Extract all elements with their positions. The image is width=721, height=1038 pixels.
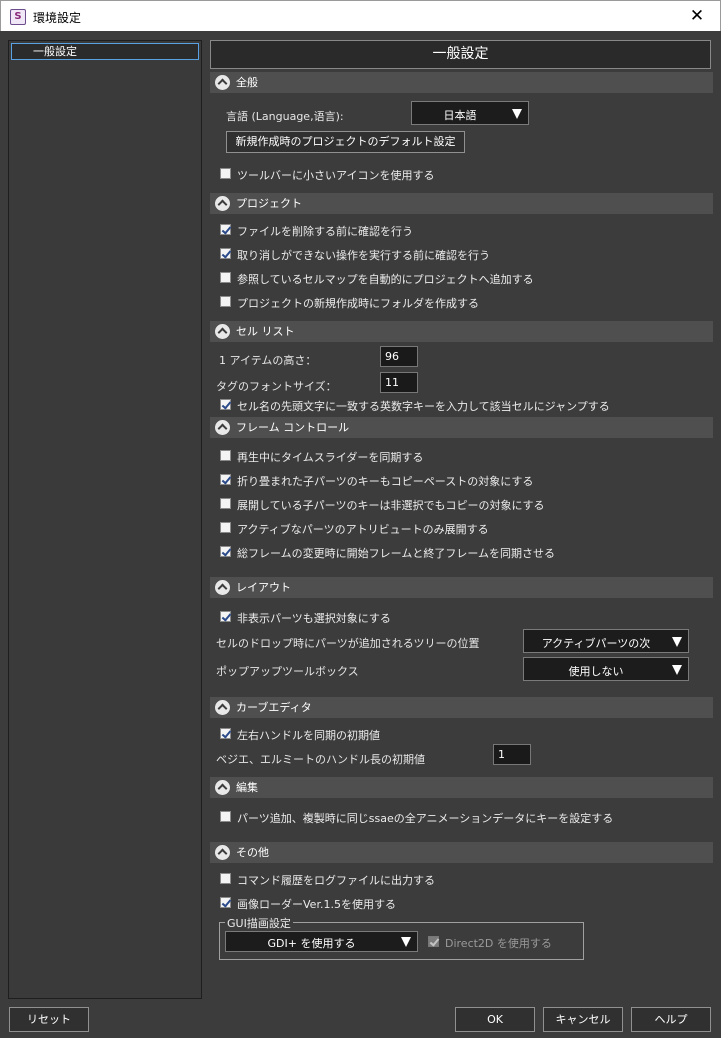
checkbox-label: 取り消しができない操作を実行する前に確認を行う (237, 249, 490, 262)
collapse-chevron-icon[interactable] (215, 580, 230, 595)
handle-length-label: ベジエ、エルミートのハンドル長の初期値 (216, 753, 425, 766)
section-title: 全般 (236, 76, 258, 89)
dropdown-arrow-icon (512, 109, 522, 119)
checkbox-label: アクティブなパーツのアトリビュートのみ展開する (237, 523, 489, 536)
checkbox-box[interactable] (220, 611, 231, 622)
section-general-header[interactable]: 全般 (210, 72, 713, 93)
help-button[interactable]: ヘルプ (631, 1007, 711, 1032)
collapse-chevron-icon[interactable] (215, 420, 230, 435)
section-title: カーブエディタ (236, 701, 312, 714)
checkbox-box[interactable] (220, 296, 231, 307)
checkbox-box[interactable] (220, 474, 231, 485)
section-title: プロジェクト (236, 197, 302, 210)
checkbox-label: 再生中にタイムスライダーを同期する (237, 451, 424, 464)
popup-toolbox-dropdown[interactable]: 使用しない (523, 657, 689, 681)
section-title: セル リスト (236, 325, 295, 338)
popup-toolbox-value: 使用しない (568, 665, 624, 678)
checkbox-label: プロジェクトの新規作成時にフォルダを作成する (237, 297, 479, 310)
checkbox-box[interactable] (220, 728, 231, 739)
item-height-label: 1 アイテムの高さ： (219, 354, 317, 367)
section-project-header[interactable]: プロジェクト (210, 193, 713, 214)
section-title: その他 (236, 846, 269, 859)
section-cell-list-header[interactable]: セル リスト (210, 321, 713, 342)
section-frame-control-header[interactable]: フレーム コントロール (210, 417, 713, 438)
ok-button[interactable]: OK (455, 1007, 535, 1032)
tag-font-size-input[interactable]: 11 (380, 372, 418, 393)
tree-position-label: セルのドロップ時にパーツが追加されるツリーの位置 (216, 637, 480, 650)
app-icon: S (10, 9, 26, 25)
checkbox-label: 画像ローダーVer.1.5を使用する (237, 898, 396, 911)
tree-position-value: アクティブパーツの次 (541, 637, 651, 650)
language-value: 日本語 (443, 109, 477, 122)
checkbox-label: 展開している子パーツのキーは非選択でもコピーの対象にする (237, 499, 545, 512)
checkbox-box[interactable] (220, 168, 231, 179)
checkbox-label: セル名の先頭文字に一致する英数字キーを入力して該当セルにジャンプする (237, 400, 610, 413)
checkbox-box[interactable] (220, 546, 231, 557)
collapse-chevron-icon[interactable] (215, 196, 230, 211)
checkbox-label: ツールバーに小さいアイコンを使用する (237, 169, 435, 182)
dropdown-arrow-icon (672, 665, 682, 675)
collapse-chevron-icon[interactable] (215, 324, 230, 339)
tree-position-dropdown[interactable]: アクティブパーツの次 (523, 629, 689, 653)
checkbox-label: コマンド履歴をログファイルに出力する (237, 874, 435, 887)
checkbox-label: ファイルを削除する前に確認を行う (237, 225, 413, 238)
collapse-chevron-icon[interactable] (215, 845, 230, 860)
settings-panel: 一般設定 全般 言語 (Language,语言): 日本語 新規作成時のプロジェ… (208, 38, 713, 1000)
checkbox-label: 総フレームの変更時に開始フレームと終了フレームを同期させる (237, 547, 556, 560)
collapse-chevron-icon[interactable] (215, 700, 230, 715)
collapse-chevron-icon[interactable] (215, 780, 230, 795)
close-icon[interactable]: ✕ (674, 1, 720, 32)
section-title: フレーム コントロール (236, 421, 350, 434)
handle-length-input[interactable]: 1 (493, 744, 531, 765)
gui-render-group-title: GUI描画設定 (225, 915, 293, 931)
checkbox-label: パーツ追加、複製時に同じssaeの全アニメーションデータにキーを設定する (237, 812, 614, 825)
checkbox-box[interactable] (220, 450, 231, 461)
section-layout-header[interactable]: レイアウト (210, 577, 713, 598)
collapse-chevron-icon[interactable] (215, 75, 230, 90)
checkbox-box[interactable] (220, 897, 231, 908)
checkbox-box[interactable] (220, 498, 231, 509)
nav-item-general[interactable]: 一般設定 (11, 43, 199, 60)
checkbox-box[interactable] (220, 248, 231, 259)
section-curve-editor-header[interactable]: カーブエディタ (210, 697, 713, 718)
item-height-input[interactable]: 96 (380, 346, 418, 367)
checkbox-label: 非表示パーツも選択対象にする (237, 612, 391, 625)
cancel-button[interactable]: キャンセル (543, 1007, 623, 1032)
checkbox-box[interactable] (220, 811, 231, 822)
checkbox-label: 折り畳まれた子パーツのキーもコピーペーストの対象にする (237, 475, 534, 488)
project-defaults-button[interactable]: 新規作成時のプロジェクトのデフォルト設定 (226, 131, 465, 153)
checkbox-label: 参照しているセルマップを自動的にプロジェクトへ追加する (237, 273, 534, 286)
gdi-dropdown[interactable]: GDI+ を使用する (225, 931, 418, 952)
popup-toolbox-label: ポップアップツールボックス (216, 665, 359, 678)
checkbox-box[interactable] (220, 399, 231, 410)
tag-font-size-label: タグのフォントサイズ： (216, 380, 337, 393)
checkbox-box[interactable] (220, 522, 231, 533)
language-dropdown[interactable]: 日本語 (411, 101, 529, 125)
gdi-value: GDI+ を使用する (267, 937, 356, 950)
checkbox-label: Direct2D を使用する (445, 937, 552, 950)
reset-button[interactable]: リセット (9, 1007, 89, 1032)
checkbox-box[interactable] (220, 272, 231, 283)
language-label: 言語 (Language,语言): (226, 110, 344, 123)
dropdown-arrow-icon (401, 937, 411, 947)
panel-title: 一般設定 (210, 40, 711, 69)
section-edit-header[interactable]: 編集 (210, 777, 713, 798)
checkbox-label: 左右ハンドルを同期の初期値 (237, 729, 380, 742)
section-title: レイアウト (236, 581, 291, 594)
section-title: 編集 (236, 781, 258, 794)
dropdown-arrow-icon (672, 637, 682, 647)
section-other-header[interactable]: その他 (210, 842, 713, 863)
category-list: 一般設定 (8, 40, 202, 999)
checkbox-box[interactable] (220, 873, 231, 884)
checkbox-box[interactable] (220, 224, 231, 235)
checkbox-box (428, 936, 439, 947)
title-bar: S 環境設定 ✕ (0, 0, 721, 31)
window-title: 環境設定 (33, 11, 82, 25)
